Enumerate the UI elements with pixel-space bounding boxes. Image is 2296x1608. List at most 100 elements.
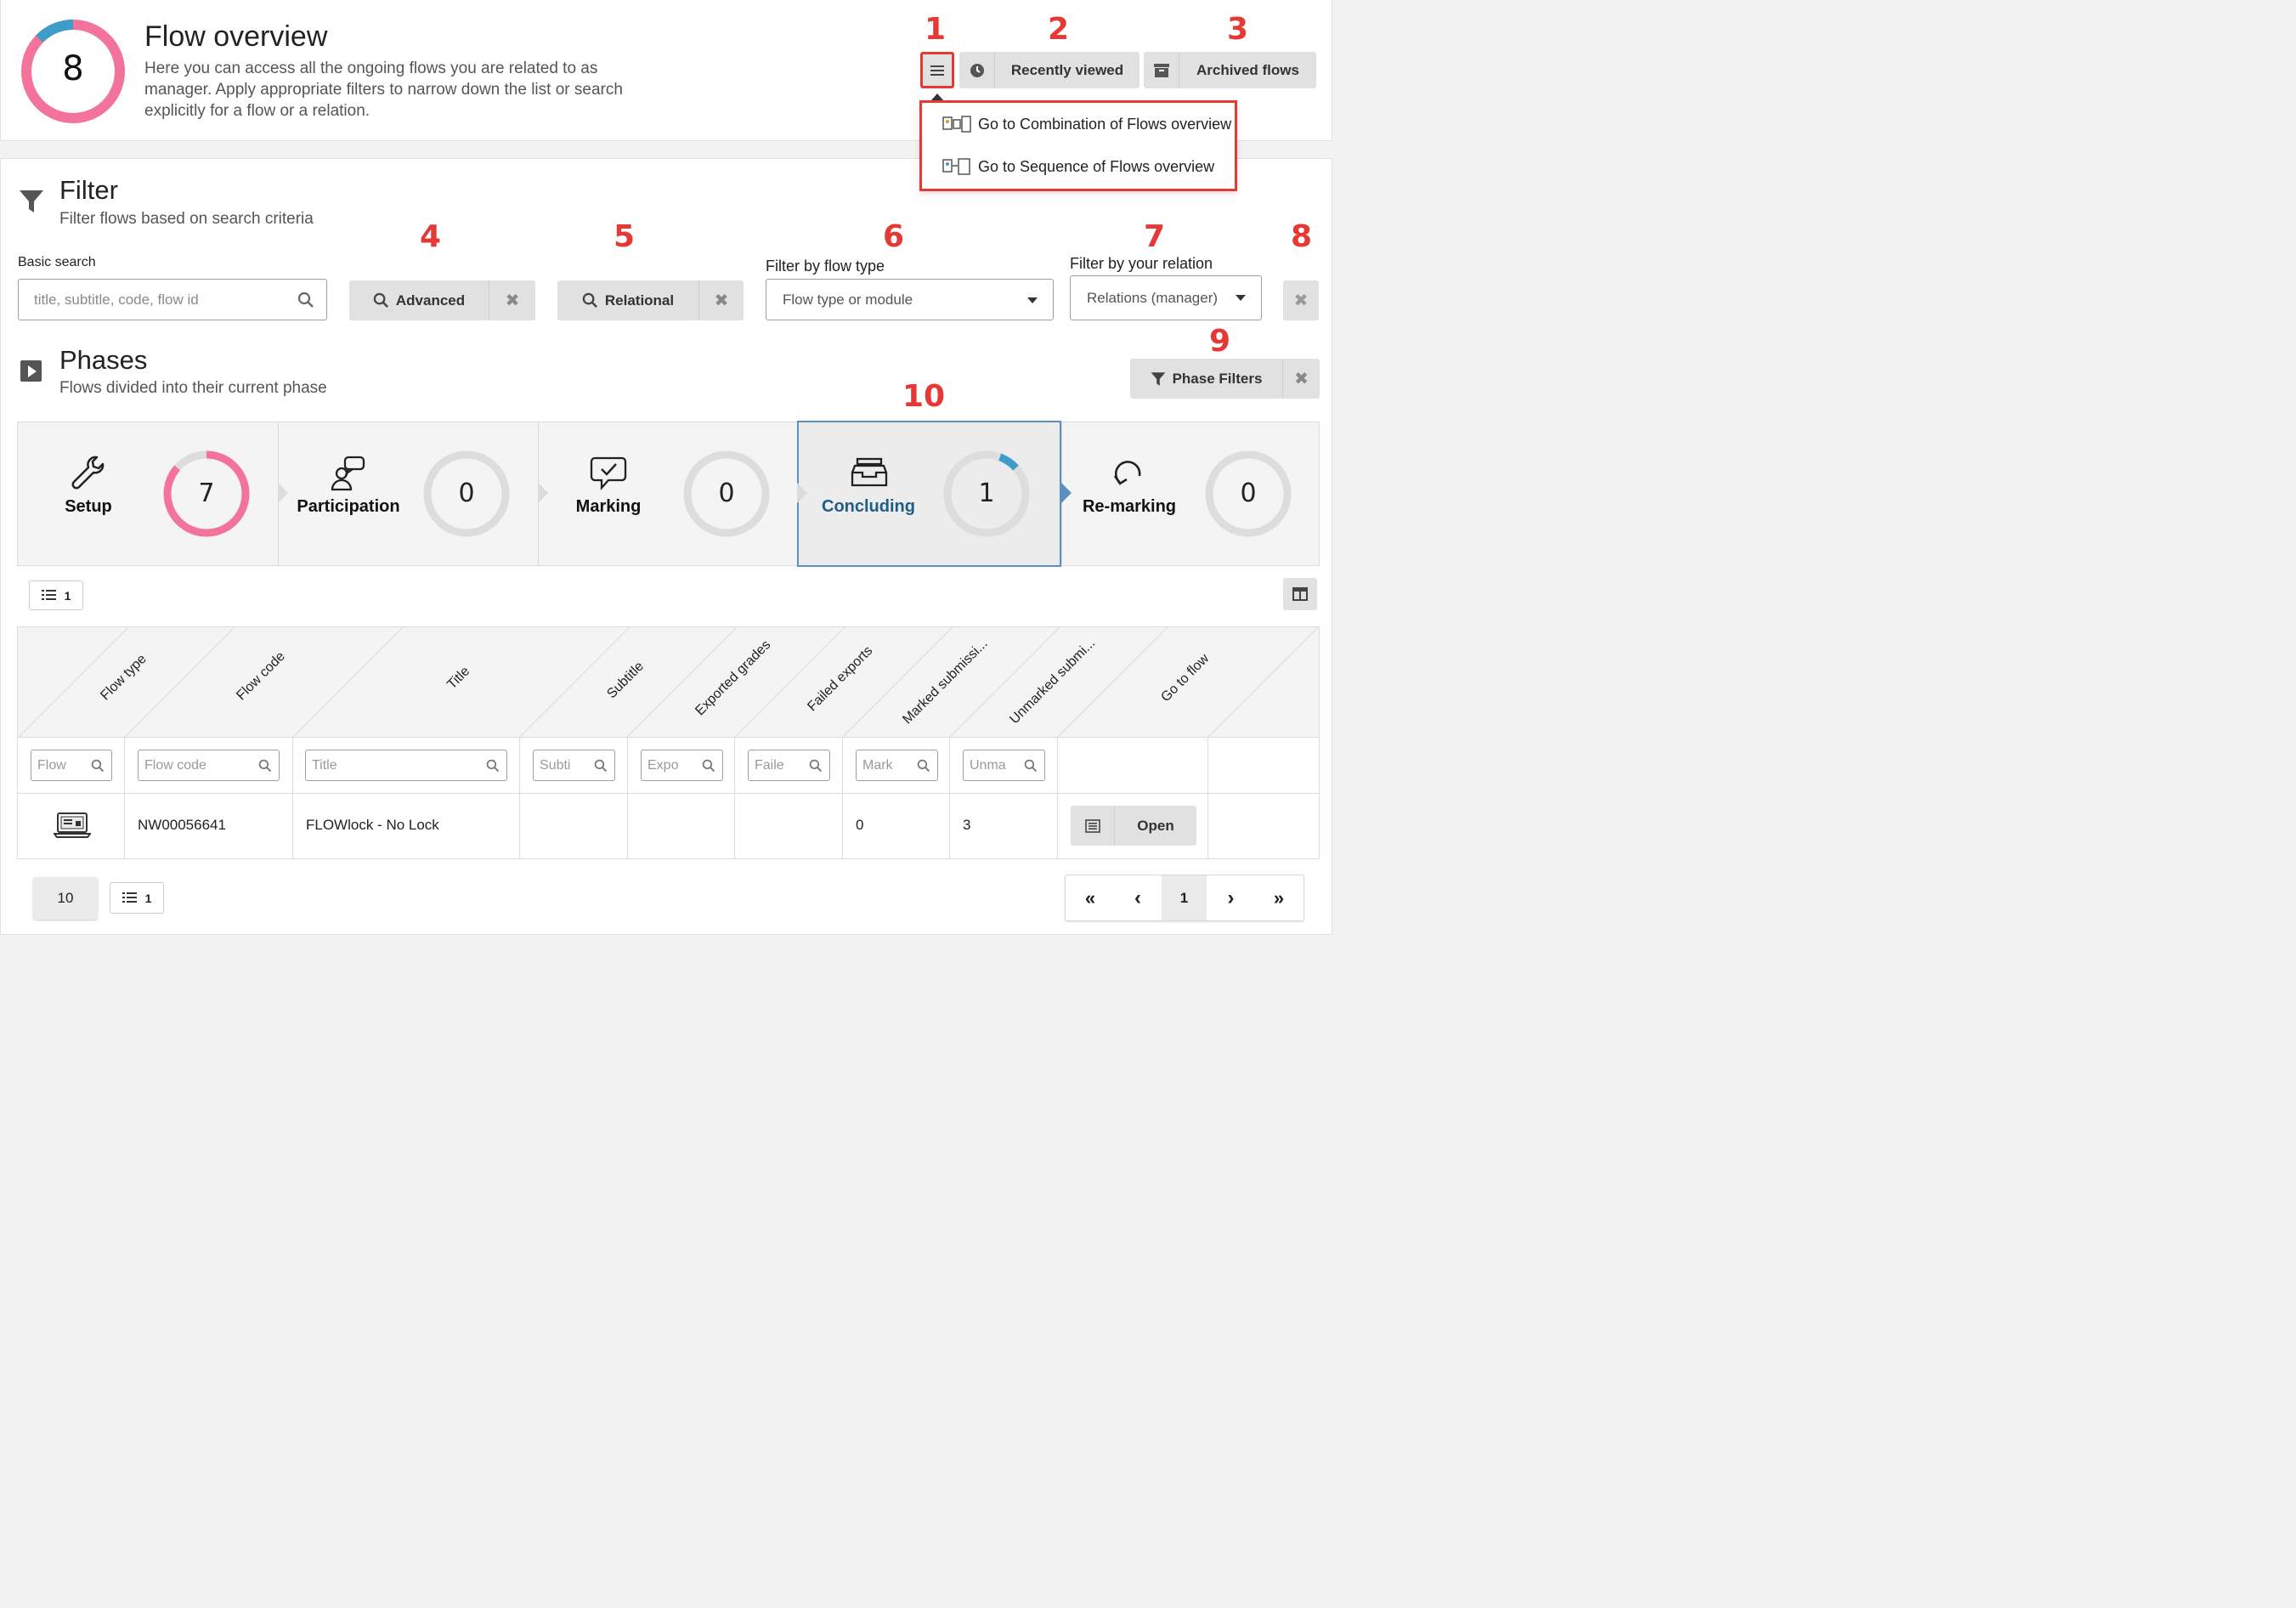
annotation-6: 6 [883, 219, 905, 254]
phase-concluding-label: Concluding [822, 497, 915, 516]
basic-search-input[interactable]: title, subtitle, code, flow id [18, 279, 327, 320]
open-flow-button[interactable]: Open [1071, 806, 1196, 846]
first-page-button[interactable]: « [1066, 875, 1114, 920]
filter-title: Filter [59, 175, 118, 205]
page-description-line1: Here you can access all the ongoing flow… [144, 59, 598, 77]
flowlock-laptop-icon [54, 812, 91, 838]
search-icon [809, 759, 823, 773]
caret-down-icon [1027, 297, 1038, 303]
sequence-flows-icon [942, 158, 970, 175]
phase-remarking[interactable] [1062, 422, 1320, 565]
search-icon [297, 292, 314, 308]
clear-relational-icon[interactable]: ✖ [699, 290, 744, 311]
menu-item-combination[interactable]: Go to Combination of Flows overview [942, 115, 1231, 133]
annotation-3: 3 [1227, 12, 1249, 47]
combination-flows-icon [942, 116, 971, 133]
filter-marked[interactable]: Mark [856, 750, 938, 781]
phase-filters-button[interactable]: Phase Filters ✖ [1130, 359, 1320, 399]
rows-count-badge[interactable]: 1 [29, 580, 83, 610]
filter-subtitle[interactable]: Subti [533, 750, 615, 781]
page-size-select[interactable]: 10 [33, 877, 98, 920]
recently-viewed-label: Recently viewed [1010, 61, 1124, 78]
search-icon [582, 292, 597, 308]
phase-marking[interactable] [539, 422, 797, 565]
phase-participation[interactable] [279, 422, 538, 565]
relation-select[interactable]: Relations (manager) [1070, 275, 1262, 320]
flow-type-label: Filter by flow type [766, 258, 885, 275]
cell-marked: 0 [856, 817, 864, 833]
flow-overview-menu: Go to Combination of Flows overview Go t… [919, 100, 1237, 191]
filter-flow-code[interactable]: Flow code [138, 750, 280, 781]
filter-subtitle: Filter flows based on search criteria [59, 210, 314, 228]
filter-flow-type[interactable]: Flow [31, 750, 112, 781]
phase-concluding-count: 1 [978, 478, 995, 508]
footer-rows-badge: 1 [110, 882, 164, 914]
document-icon [1071, 806, 1115, 846]
filter-failed-exports[interactable]: Faile [748, 750, 830, 781]
annotation-2: 2 [1048, 12, 1070, 47]
search-icon [258, 759, 272, 773]
recently-viewed-button[interactable]: Recently viewed [959, 52, 1140, 88]
page-size-value: 10 [57, 890, 74, 906]
clock-icon [959, 52, 995, 88]
search-icon [373, 292, 388, 308]
cell-unmarked: 3 [963, 817, 971, 833]
menu-item-sequence-label: Go to Sequence of Flows overview [978, 157, 1215, 175]
annotation-10: 10 [902, 379, 946, 414]
page-description-line3: explicitly for a flow or a relation. [144, 102, 370, 120]
next-page-button[interactable]: › [1207, 875, 1255, 920]
clear-all-filters-button[interactable]: ✖ [1283, 280, 1319, 320]
clear-advanced-icon[interactable]: ✖ [489, 290, 535, 311]
column-layout-button[interactable] [1283, 578, 1317, 610]
flow-type-select[interactable]: Flow type or module [766, 279, 1054, 320]
play-icon [20, 360, 42, 382]
filter-unmarked[interactable]: Unma [963, 750, 1045, 781]
search-icon [91, 759, 105, 773]
caret-down-icon [1236, 295, 1246, 301]
menu-button[interactable] [920, 52, 954, 88]
list-icon [41, 590, 56, 600]
search-icon [486, 759, 500, 773]
phase-chevron [797, 483, 807, 503]
filter-title[interactable]: Title [305, 750, 507, 781]
advanced-label: Advanced [395, 292, 466, 309]
page-title: Flow overview [144, 20, 328, 53]
search-icon [702, 759, 715, 773]
relational-search-button[interactable]: Relational ✖ [557, 280, 744, 320]
annotation-5: 5 [614, 219, 636, 254]
rows-count-value: 1 [64, 588, 71, 603]
last-page-button[interactable]: » [1255, 875, 1303, 920]
funnel-icon [20, 190, 43, 212]
menu-item-sequence[interactable]: Go to Sequence of Flows overview [942, 157, 1214, 176]
funnel-icon [1151, 371, 1165, 386]
annotation-4: 4 [420, 219, 442, 254]
wrench-icon [71, 456, 105, 490]
relational-label: Relational [604, 292, 675, 309]
prev-page-button[interactable]: ‹ [1114, 875, 1162, 920]
clear-phase-filters-icon[interactable]: ✖ [1283, 368, 1320, 389]
open-flow-label: Open [1137, 817, 1174, 834]
menu-item-combination-label: Go to Combination of Flows overview [978, 115, 1232, 133]
phase-setup-label: Setup [65, 497, 112, 516]
archived-flows-button[interactable]: Archived flows [1144, 52, 1316, 88]
columns-icon [1292, 587, 1308, 601]
search-icon [1024, 759, 1038, 773]
archived-flows-label: Archived flows [1196, 61, 1299, 78]
current-page[interactable]: 1 [1162, 875, 1207, 920]
list-icon [122, 892, 137, 903]
archive-icon [1144, 52, 1179, 88]
total-flows-count: 8 [62, 49, 84, 88]
phases-subtitle: Flows divided into their current phase [59, 379, 327, 397]
annotation-9: 9 [1209, 324, 1231, 359]
phases-title: Phases [59, 345, 148, 375]
cell-flow-code: NW00056641 [138, 817, 226, 833]
annotation-1: 1 [925, 12, 947, 47]
phase-setup-count: 7 [198, 478, 215, 508]
footer-rows-value: 1 [144, 891, 152, 905]
inbox-icon [851, 457, 888, 487]
advanced-search-button[interactable]: Advanced ✖ [349, 280, 535, 320]
hamburger-icon [930, 65, 944, 76]
basic-search-placeholder: title, subtitle, code, flow id [34, 291, 199, 308]
filter-exported-grades[interactable]: Expo [641, 750, 723, 781]
basic-search-label: Basic search [18, 255, 96, 269]
